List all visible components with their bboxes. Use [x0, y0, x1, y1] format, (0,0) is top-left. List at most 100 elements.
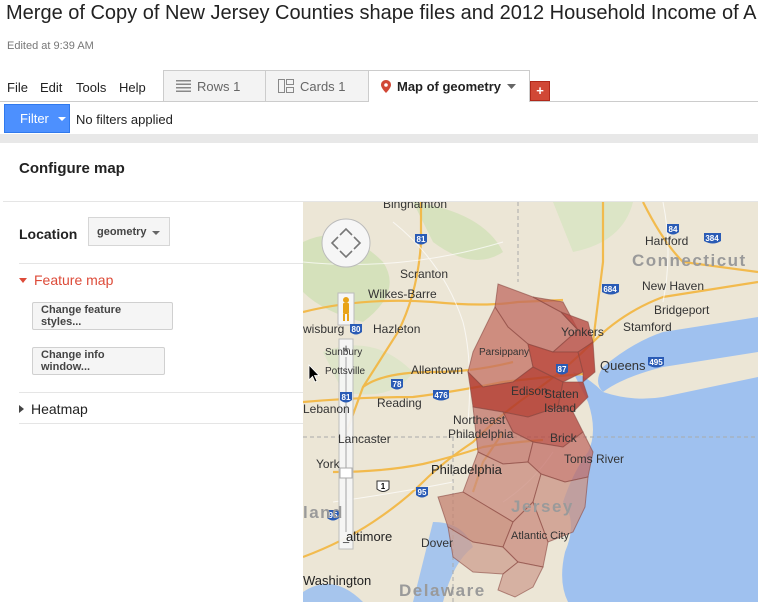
label-new-haven: New Haven: [642, 279, 704, 293]
label-hazleton: Hazleton: [373, 322, 420, 336]
menu-bar: File Edit Tools Help Rows 1 Cards 1 Map …: [0, 70, 758, 102]
label-connecticut: Connecticut: [632, 251, 747, 270]
configure-map-panel: Configure map Location geometry Feature …: [3, 143, 758, 602]
change-feature-styles-button[interactable]: Change feature styles...: [32, 302, 173, 330]
location-label: Location: [19, 226, 78, 242]
label-delaware: Delaware: [399, 581, 486, 600]
location-select[interactable]: geometry: [88, 217, 170, 246]
label-maryland: land: [303, 503, 344, 522]
label-lebanon: Lebanon: [303, 402, 350, 416]
config-header: Configure map: [3, 143, 758, 202]
label-philadelphia: Philadelphia: [431, 462, 503, 477]
highway-shield: 495: [648, 357, 664, 368]
label-dover: Dover: [421, 536, 453, 550]
filter-status: No filters applied: [76, 112, 173, 127]
label-philadelphia-upper: Philadelphia: [448, 427, 514, 441]
change-info-window-button[interactable]: Change info window...: [32, 347, 165, 375]
pan-control[interactable]: [321, 218, 371, 268]
triangle-down-icon: [19, 277, 27, 283]
filter-button-label: Filter: [20, 111, 49, 126]
filter-button[interactable]: Filter: [4, 104, 70, 133]
feature-map-toggle[interactable]: Feature map: [19, 272, 113, 288]
tab-cards-label: Cards 1: [300, 78, 346, 94]
divider-strip: [0, 134, 758, 143]
heatmap-toggle[interactable]: Heatmap: [19, 401, 88, 417]
label-reading: Reading: [377, 396, 422, 410]
label-parsippany: Parsippany: [479, 347, 529, 358]
svg-text:476: 476: [434, 391, 448, 400]
location-select-value: geometry: [97, 225, 147, 238]
menu-tools[interactable]: Tools: [76, 80, 106, 95]
label-baltimore: altimore: [346, 529, 392, 544]
svg-text:384: 384: [705, 234, 719, 243]
label-staten-island: Staten: [544, 387, 579, 401]
label-stamford: Stamford: [623, 320, 672, 334]
highway-shield: 78: [391, 379, 403, 390]
label-hartford: Hartford: [645, 234, 688, 248]
label-scranton: Scranton: [400, 267, 448, 281]
label-brick: Brick: [550, 431, 578, 445]
label-pottsville: Pottsville: [325, 366, 365, 377]
config-title: Configure map: [19, 160, 125, 177]
menu-file[interactable]: File: [7, 80, 28, 95]
highway-shield: 684: [602, 284, 619, 295]
label-lancaster: Lancaster: [338, 432, 391, 446]
label-binghamton: Binghamton: [383, 202, 447, 211]
label-atlantic-city: Atlantic City: [511, 530, 570, 542]
chevron-down-icon[interactable]: [507, 83, 517, 90]
highway-shield: 476: [433, 390, 449, 401]
label-new-jersey: Jersey: [511, 497, 574, 516]
rows-icon: [176, 80, 191, 92]
caret-down-icon: [57, 116, 66, 121]
label-sunbury: Sunbury: [325, 347, 362, 358]
label-toms-river: Toms River: [564, 452, 624, 466]
label-northeast: Northeast: [453, 413, 506, 427]
label-york: York: [316, 457, 341, 471]
map-canvas[interactable]: + − 81 84 384 684 80 87 78 476 81 495 95…: [303, 202, 758, 602]
zoom-thumb[interactable]: [339, 467, 353, 479]
svg-text:78: 78: [393, 380, 402, 389]
label-allentown: Allentown: [411, 363, 463, 377]
svg-text:495: 495: [649, 358, 663, 367]
map-view[interactable]: + − 81 84 384 684 80 87 78 476 81 495 95…: [303, 202, 758, 602]
svg-text:81: 81: [417, 235, 426, 244]
atlantic-ocean: [562, 372, 758, 602]
svg-text:80: 80: [352, 325, 361, 334]
filter-bar: Filter No filters applied: [0, 102, 758, 134]
heatmap-label: Heatmap: [31, 401, 88, 417]
label-staten-island-2: Island: [544, 401, 576, 415]
label-bridgeport: Bridgeport: [654, 303, 710, 317]
label-wisburg: wisburg: [303, 322, 344, 336]
divider: [19, 423, 303, 424]
caret-down-icon: [152, 231, 160, 235]
tab-cards[interactable]: Cards 1: [265, 70, 369, 101]
add-tab-button[interactable]: +: [530, 81, 550, 101]
config-sidebar: Location geometry Feature map Change fea…: [3, 202, 303, 602]
edited-timestamp: Edited at 9:39 AM: [7, 40, 94, 52]
svg-text:95: 95: [418, 488, 427, 497]
menu-help[interactable]: Help: [119, 80, 146, 95]
label-washington: Washington: [303, 573, 371, 588]
highway-shield: 95: [416, 487, 428, 498]
highway-shield: 87: [556, 364, 568, 375]
highway-shield: 84: [667, 224, 679, 235]
tab-rows[interactable]: Rows 1: [163, 70, 266, 101]
svg-text:684: 684: [603, 285, 617, 294]
svg-text:87: 87: [558, 365, 567, 374]
map-pin-icon: [381, 80, 391, 93]
triangle-right-icon: [19, 405, 24, 413]
document-title[interactable]: Merge of Copy of New Jersey Counties sha…: [6, 2, 756, 25]
label-yonkers: Yonkers: [561, 325, 604, 339]
divider: [19, 263, 303, 264]
highway-shield: 81: [415, 234, 427, 245]
tab-map[interactable]: Map of geometry: [368, 70, 530, 102]
tab-map-label: Map of geometry: [397, 79, 502, 94]
cards-icon: [278, 79, 294, 93]
svg-text:84: 84: [669, 225, 678, 234]
divider: [19, 392, 303, 393]
pegman-icon[interactable]: [337, 292, 355, 326]
highway-shield: 1: [376, 480, 390, 492]
highway-shield: 81: [340, 392, 352, 403]
svg-text:1: 1: [381, 482, 386, 491]
menu-edit[interactable]: Edit: [40, 80, 62, 95]
